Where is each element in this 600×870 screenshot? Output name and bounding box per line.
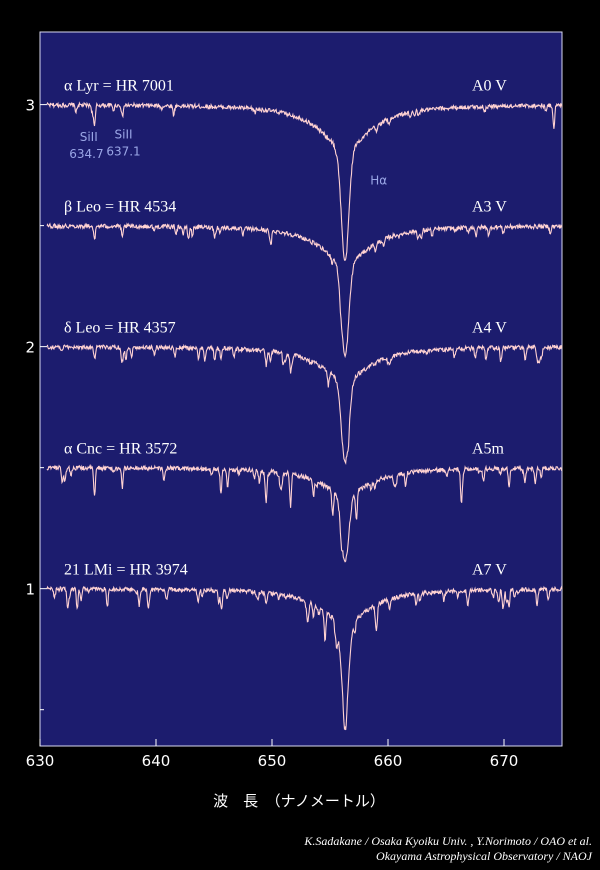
star-label: β Leo = HR 4534: [64, 199, 176, 216]
star-label: α Lyr = HR 7001: [64, 78, 174, 95]
x-axis-label: 波 長 （ナノメートル）: [213, 792, 385, 810]
y-tick-label: 1: [25, 581, 35, 599]
credit-line-1: K.Sadakane / Osaka Kyoiku Univ. , Y.Nori…: [304, 834, 592, 848]
x-tick-label: 640: [142, 752, 171, 770]
star-label: 21 LMi = HR 3974: [64, 562, 188, 579]
spectral-type-label: A7 V: [472, 562, 507, 579]
annotation-label: SiII: [115, 127, 133, 141]
x-tick-label: 660: [374, 752, 403, 770]
spectral-type-label: A3 V: [472, 199, 507, 216]
annotation-label: 637.1: [106, 144, 140, 158]
annotation-label: SiII: [80, 130, 98, 144]
annotation-label: Hα: [370, 173, 387, 187]
y-tick-label: 3: [25, 97, 35, 115]
x-tick-label: 630: [26, 752, 55, 770]
credit-line-2: Okayama Astrophysical Observatory / NAOJ: [376, 849, 592, 863]
spectral-type-label: A0 V: [472, 78, 507, 95]
x-tick-label: 650: [258, 752, 287, 770]
spectral-type-label: A4 V: [472, 320, 507, 337]
annotation-label: 634.7: [69, 147, 103, 161]
spectral-type-label: A5m: [472, 441, 505, 458]
x-tick-label: 670: [490, 752, 519, 770]
spectra-chart: 630 640 650 660 670 1 2 3 α Lyr = HR 7001 A0 V β …: [25, 31, 563, 810]
credit-block: K.Sadakane / Osaka Kyoiku Univ. , Y.Nori…: [304, 834, 592, 864]
y-tick-label: 2: [25, 339, 35, 357]
star-label: δ Leo = HR 4357: [64, 320, 176, 337]
star-label: α Cnc = HR 3572: [64, 441, 177, 458]
